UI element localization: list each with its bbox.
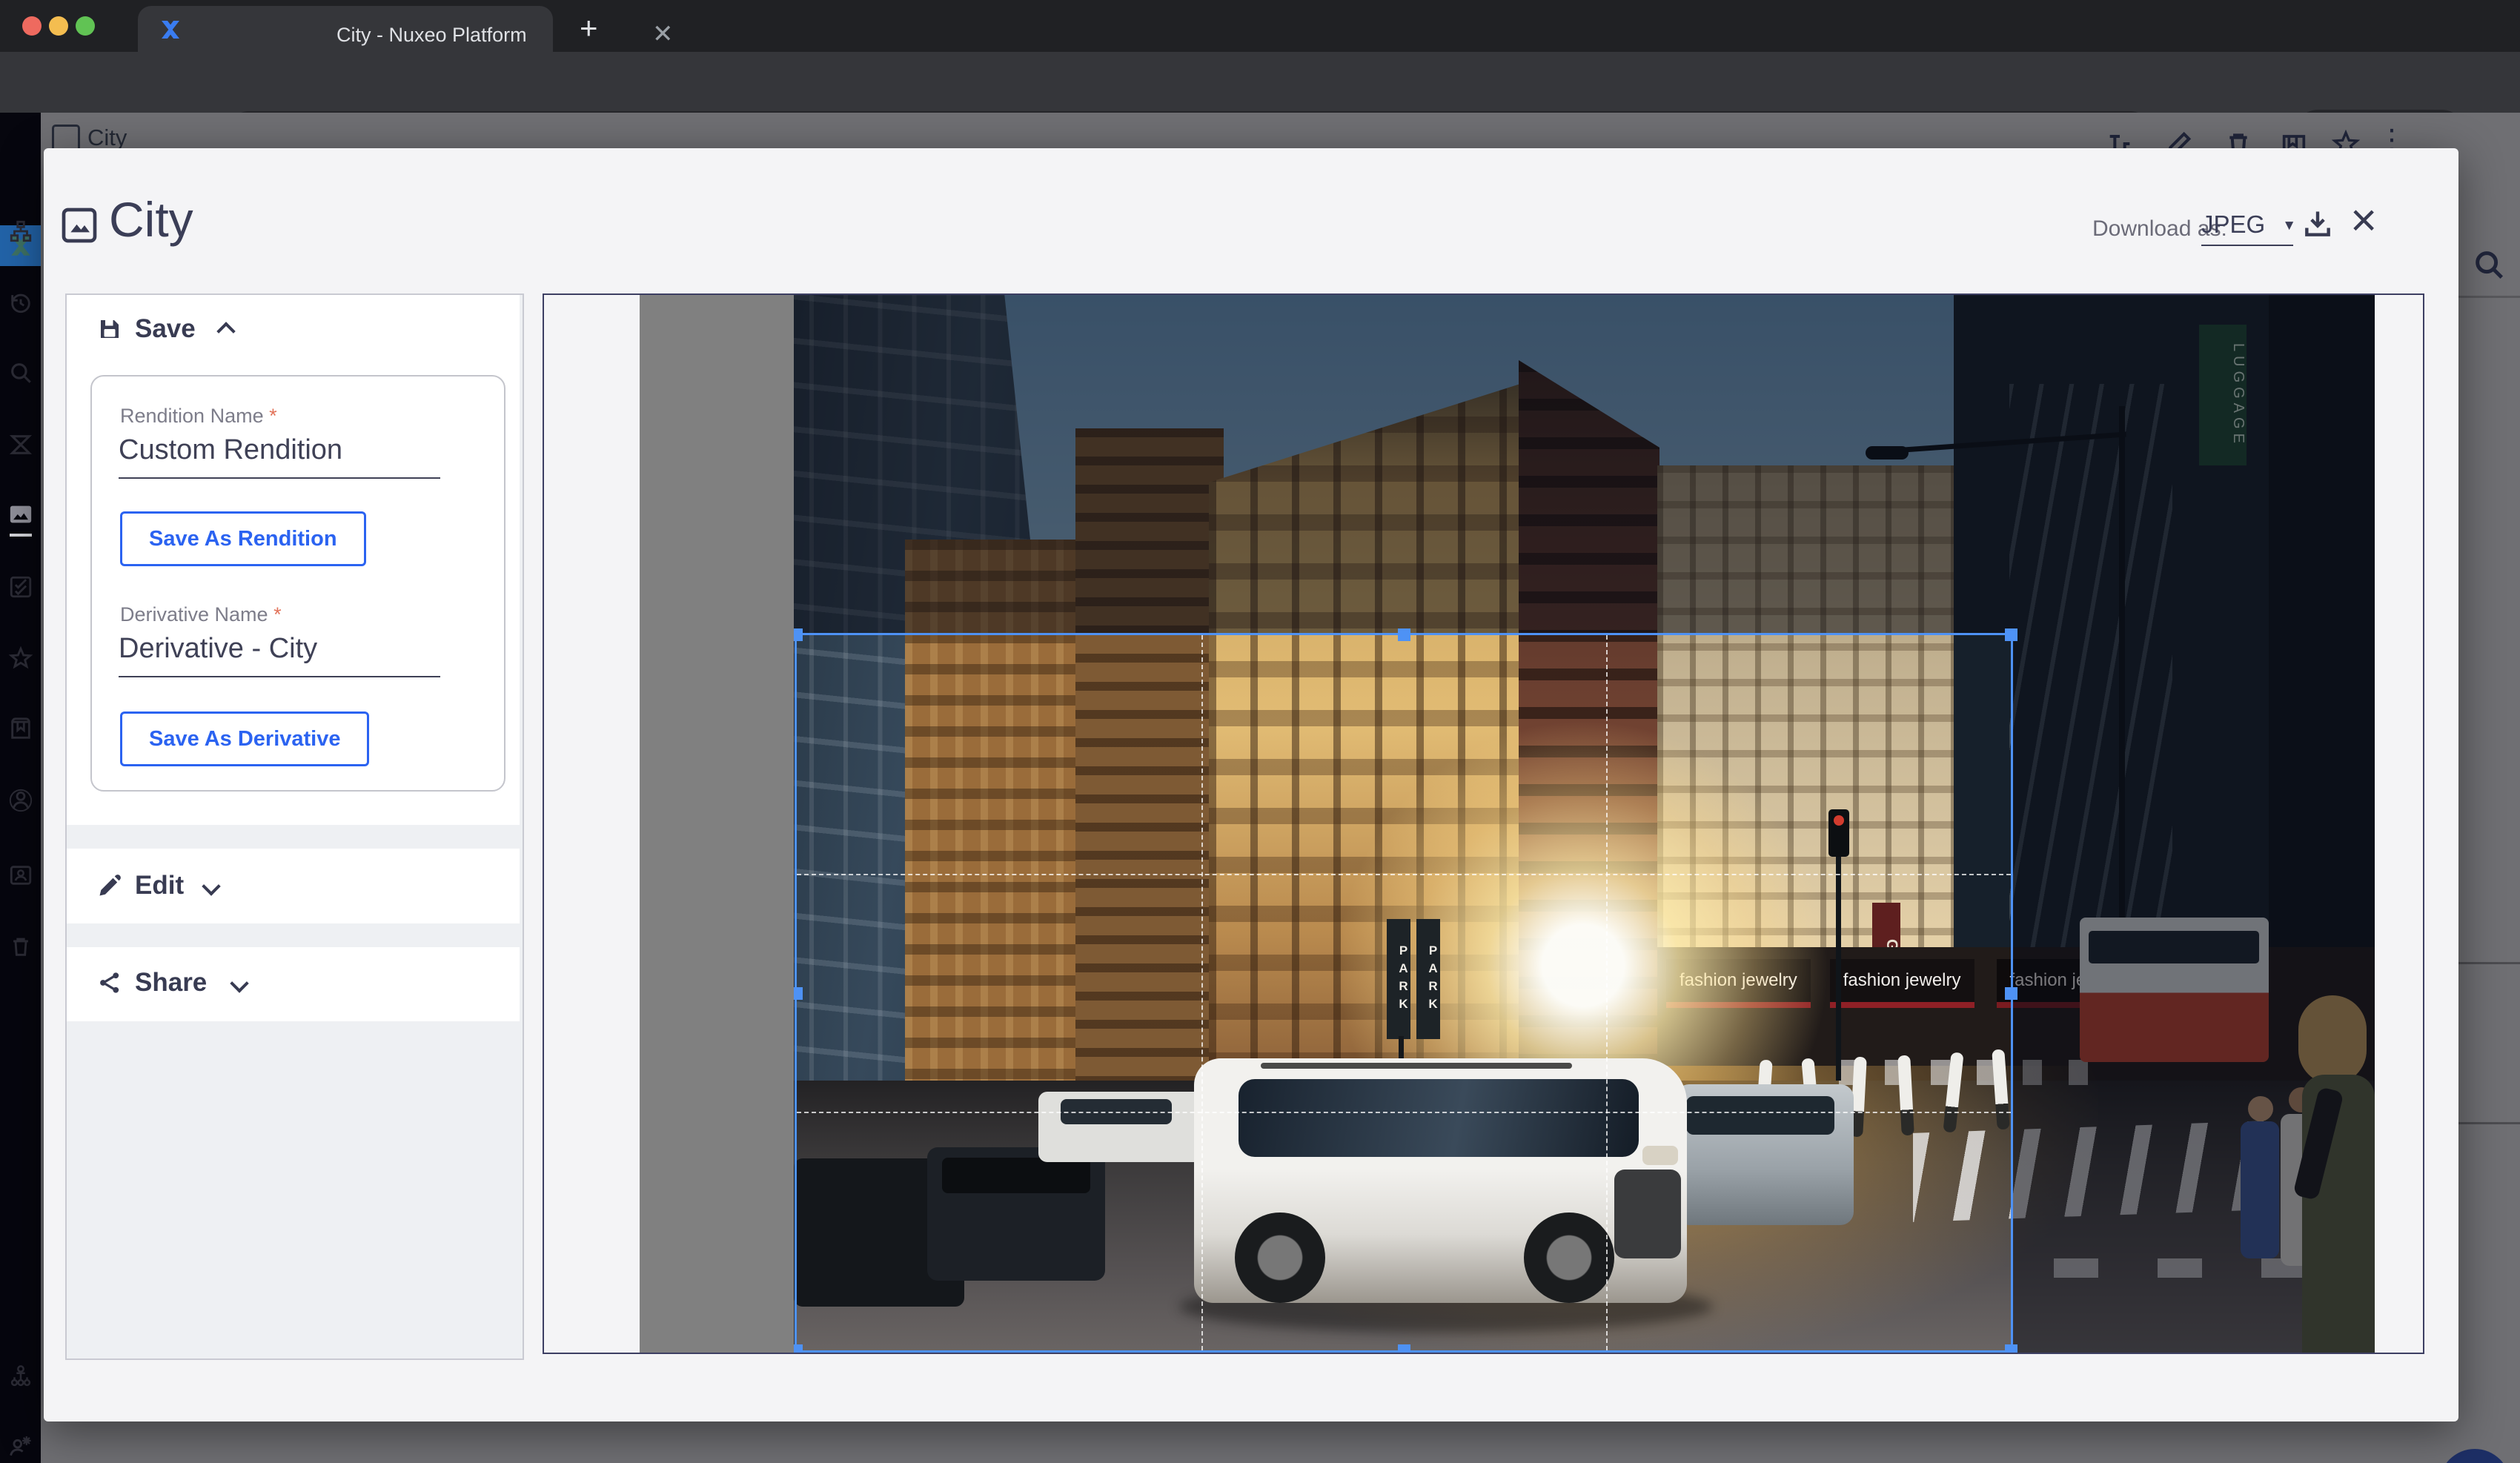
save-section-label[interactable]: Save: [135, 314, 196, 344]
assets-active-indicator: [10, 534, 32, 537]
breadcrumb: City: [87, 125, 127, 151]
app-sidebar: [0, 113, 41, 1463]
save-as-derivative-button[interactable]: Save As Derivative: [120, 711, 369, 766]
share-section[interactable]: Share: [67, 947, 520, 1021]
tab-bar: City - Nuxeo Platform ✕ +: [0, 0, 2520, 52]
fire-truck: [2080, 918, 2269, 1062]
download-format-value: JPEG: [2201, 210, 2265, 238]
derivative-name-label: Derivative Name *: [120, 603, 282, 626]
favorites-star-icon[interactable]: [8, 646, 33, 671]
nuxeo-favicon: [159, 18, 182, 42]
edit-pencil-icon: [96, 872, 123, 899]
save-as-rendition-button[interactable]: Save As Rendition: [120, 511, 366, 566]
trash-icon[interactable]: [8, 934, 33, 959]
rendition-name-label: Rendition Name *: [120, 405, 277, 428]
derivative-name-input[interactable]: Derivative - City: [119, 633, 317, 665]
pedestrian: [2241, 1121, 2279, 1258]
rule-of-thirds-line: [797, 1112, 2011, 1113]
rule-of-thirds-line: [1606, 635, 1608, 1350]
input-underline: [119, 477, 440, 479]
browser-toolbar: ← → ↻ ⌂ platform-nmm-pr-29-preview.platf…: [0, 52, 2520, 113]
required-asterisk: *: [273, 603, 282, 626]
save-section: Save Rendition Name * Custom Rendition S…: [67, 295, 520, 825]
divider: [2458, 962, 2520, 964]
admin-settings-icon[interactable]: [8, 1433, 33, 1459]
mac-zoom-button[interactable]: [76, 16, 95, 36]
rule-of-thirds-line: [1201, 635, 1203, 1350]
crop-handle-e[interactable]: [2005, 987, 2017, 1000]
chevron-down-icon: [230, 974, 248, 992]
divider: [2458, 1122, 2520, 1124]
document-checklist-icon[interactable]: [8, 574, 33, 600]
street-lamp-head: [1866, 446, 1909, 460]
crop-handle-nw[interactable]: [794, 628, 803, 641]
required-asterisk: *: [269, 405, 277, 427]
edit-section-label: Edit: [135, 871, 184, 900]
close-icon[interactable]: ×: [2350, 194, 2377, 247]
chevron-up-icon[interactable]: [216, 322, 235, 340]
browse-icon[interactable]: [8, 219, 33, 244]
crop-handle-se[interactable]: [2005, 1344, 2017, 1353]
create-fab-button[interactable]: [2439, 1449, 2510, 1463]
crop-handle-sw[interactable]: [794, 1344, 803, 1353]
browser-window: City - Nuxeo Platform ✕ + ← → ↻ ⌂ platfo…: [0, 0, 2520, 1463]
image-preview-canvas: LUGGAGE GIFTS fashion jewelry fashion je…: [543, 293, 2424, 1354]
share-section-label: Share: [135, 968, 207, 998]
pedestrian-woman: [2298, 995, 2367, 1084]
photo-city-scene: LUGGAGE GIFTS fashion jewelry fashion je…: [794, 295, 2375, 1353]
crop-selection[interactable]: [795, 633, 2013, 1353]
profile-icon[interactable]: [8, 788, 33, 813]
crop-handle-w[interactable]: [794, 987, 803, 1000]
search-icon[interactable]: [8, 360, 33, 385]
luggage-sign: LUGGAGE: [2199, 325, 2247, 465]
chevron-down-icon: [202, 877, 220, 895]
mac-minimize-button[interactable]: [49, 16, 68, 36]
share-icon: [96, 969, 123, 996]
download-icon[interactable]: [2301, 208, 2334, 240]
editor-side-panel: Save Rendition Name * Custom Rendition S…: [65, 293, 524, 1360]
assets-icon[interactable]: [8, 502, 33, 527]
dialog-title: City: [109, 191, 193, 248]
tasks-icon[interactable]: [8, 432, 33, 457]
image-editor-dialog: City Download as: JPEG ▼ × Save Renditi: [44, 148, 2458, 1421]
edit-section[interactable]: Edit: [67, 849, 520, 923]
download-format-select[interactable]: JPEG ▼: [2201, 210, 2293, 246]
search-icon: [2472, 248, 2506, 282]
input-underline: [119, 676, 440, 677]
save-form-card: Rendition Name * Custom Rendition Save A…: [90, 375, 505, 792]
crop-handle-s[interactable]: [1398, 1344, 1410, 1353]
workflow-icon[interactable]: [8, 1364, 33, 1389]
save-floppy-icon: [96, 316, 123, 342]
cropper-viewport: LUGGAGE GIFTS fashion jewelry fashion je…: [640, 295, 2336, 1353]
tab-close-icon[interactable]: ✕: [652, 19, 674, 49]
mac-close-button[interactable]: [22, 16, 42, 36]
new-tab-button[interactable]: +: [580, 10, 598, 46]
crop-handle-n[interactable]: [1398, 628, 1410, 641]
picture-icon: [59, 205, 100, 246]
rendition-name-input[interactable]: Custom Rendition: [119, 434, 342, 466]
collections-book-icon[interactable]: [8, 717, 33, 742]
chevron-down-icon: ▼: [2282, 218, 2296, 234]
user-badge-icon[interactable]: [8, 863, 33, 888]
divider: [2458, 296, 2520, 298]
tab-title: City - Nuxeo Platform: [336, 24, 527, 47]
rule-of-thirds-line: [797, 874, 2011, 875]
recent-history-icon[interactable]: [8, 290, 33, 315]
crop-handle-ne[interactable]: [2005, 628, 2017, 641]
browser-tab[interactable]: City - Nuxeo Platform ✕: [138, 6, 553, 52]
